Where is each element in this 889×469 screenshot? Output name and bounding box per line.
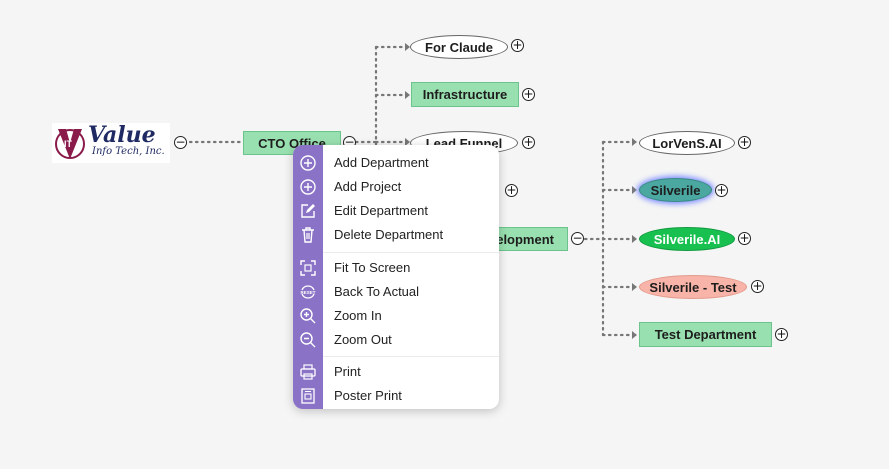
node-silverile-ai[interactable]: Silverile.AI <box>639 227 735 251</box>
expand-toggle-lead-funnel[interactable]: + <box>522 136 535 149</box>
menu-item-edit-department[interactable]: Edit Department <box>293 199 499 223</box>
trash-icon <box>302 227 314 243</box>
node-lorvens-ai[interactable]: LorVenS.AI <box>639 131 735 155</box>
logo-brand-name: Value <box>88 122 156 148</box>
zoom-out-icon <box>300 332 316 348</box>
menu-item-back-to-actual[interactable]: RESET Back To Actual <box>293 280 499 304</box>
menu-item-label: Add Department <box>334 155 429 170</box>
menu-item-zoom-in[interactable]: Zoom In <box>293 304 499 328</box>
node-label: Silverile <box>650 182 701 198</box>
plus-circle-icon <box>300 179 316 195</box>
value-emblem-icon: IT <box>55 129 85 159</box>
node-infrastructure[interactable]: Infrastructure <box>411 82 519 107</box>
menu-item-label: Back To Actual <box>334 284 420 299</box>
menu-item-label: Zoom Out <box>334 332 392 347</box>
node-label: Test Department <box>654 327 757 342</box>
menu-item-add-department[interactable]: Add Department <box>293 151 499 175</box>
expand-toggle-for-claude[interactable]: + <box>511 39 524 52</box>
menu-item-label: Print <box>334 364 361 379</box>
menu-item-label: Add Project <box>334 179 402 194</box>
edit-icon <box>301 204 315 218</box>
menu-item-label: Delete Department <box>334 227 444 242</box>
logo-brand-subtitle: Info Tech, Inc. <box>92 146 165 157</box>
node-silverile-test[interactable]: Silverile - Test <box>639 275 747 299</box>
node-silverile[interactable]: Silverile <box>639 178 712 202</box>
expand-toggle-silverile[interactable]: + <box>715 184 728 197</box>
poster-print-icon <box>301 388 315 404</box>
node-label: Infrastructure <box>422 87 508 102</box>
collapse-toggle-root[interactable]: − <box>174 136 187 149</box>
menu-item-poster-print[interactable]: Poster Print <box>293 384 499 408</box>
menu-item-label: Fit To Screen <box>334 260 411 275</box>
fit-screen-icon <box>300 260 316 276</box>
menu-divider <box>323 356 499 357</box>
node-label: LorVenS.AI <box>652 135 722 151</box>
node-for-claude[interactable]: For Claude <box>410 35 508 59</box>
menu-item-label: Poster Print <box>334 388 402 403</box>
zoom-in-icon <box>300 308 316 324</box>
menu-item-add-project[interactable]: Add Project <box>293 175 499 199</box>
node-label: For Claude <box>425 39 493 55</box>
company-logo[interactable]: IT Value Info Tech, Inc. <box>52 122 170 163</box>
expand-toggle-lorvens-ai[interactable]: + <box>738 136 751 149</box>
node-label: Silverile - Test <box>649 279 737 295</box>
expand-toggle-test-department[interactable]: + <box>775 328 788 341</box>
reset-icon: RESET <box>300 285 316 299</box>
menu-item-label: Edit Department <box>334 203 428 218</box>
node-label: Silverile.AI <box>653 231 721 247</box>
node-test-department[interactable]: Test Department <box>639 322 772 347</box>
expand-toggle-silverile-test[interactable]: + <box>751 280 764 293</box>
menu-item-label: Zoom In <box>334 308 382 323</box>
expand-toggle-silverile-ai[interactable]: + <box>738 232 751 245</box>
expand-toggle-infrastructure[interactable]: + <box>522 88 535 101</box>
printer-icon <box>300 364 316 380</box>
menu-item-fit-to-screen[interactable]: Fit To Screen <box>293 256 499 280</box>
svg-text:RESET: RESET <box>300 290 315 295</box>
svg-text:IT: IT <box>64 139 73 149</box>
menu-divider <box>323 252 499 253</box>
collapse-toggle-development[interactable]: − <box>571 232 584 245</box>
context-menu: Add Department Add Project Edit Departme… <box>293 145 499 409</box>
menu-item-delete-department[interactable]: Delete Department <box>293 223 499 247</box>
plus-circle-icon <box>300 155 316 171</box>
menu-item-print[interactable]: Print <box>293 360 499 384</box>
expand-toggle-hidden-node[interactable]: + <box>505 184 518 197</box>
menu-item-zoom-out[interactable]: Zoom Out <box>293 328 499 352</box>
